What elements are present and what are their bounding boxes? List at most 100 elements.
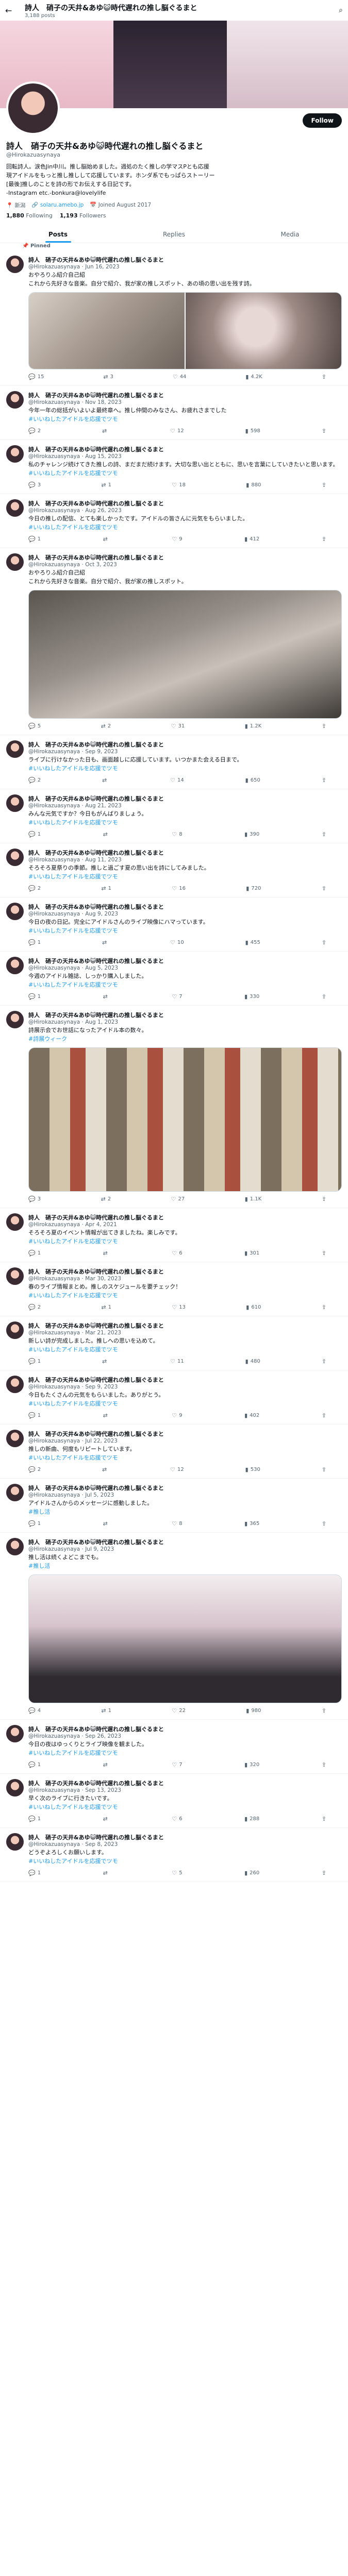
hashtag-link[interactable]: #いいねしたアイドルを応援でツモ bbox=[28, 1804, 118, 1810]
tweet[interactable]: 詩人 硝子の天井&あゆ😺時代遅れの推し脳ぐるまと @Hirokazuasynaya… bbox=[0, 1425, 348, 1479]
tweet-avatar[interactable] bbox=[6, 903, 24, 921]
tweet-author[interactable]: 詩人 硝子の天井&あゆ😺時代遅れの推し脳ぐるまと bbox=[28, 1267, 342, 1276]
share-button[interactable]: ⇪ bbox=[322, 939, 326, 946]
tweet-author[interactable]: 詩人 硝子の天井&あゆ😺時代遅れの推し脳ぐるまと bbox=[28, 1376, 342, 1384]
like-button[interactable]: ♡ 16 bbox=[172, 885, 186, 892]
reply-button[interactable]: 💬 1 bbox=[28, 939, 41, 946]
reply-button[interactable]: 💬 1 bbox=[28, 536, 41, 543]
like-button[interactable]: ♡ 5 bbox=[172, 1870, 182, 1876]
following-count[interactable]: 1,880 Following bbox=[6, 212, 53, 219]
like-button[interactable]: ♡ 31 bbox=[171, 723, 185, 730]
repost-button[interactable]: ⇄ 2 bbox=[101, 1196, 111, 1202]
views-button[interactable]: ▮ 598 bbox=[245, 428, 260, 434]
profile-avatar[interactable] bbox=[6, 81, 60, 135]
media-image[interactable] bbox=[29, 293, 185, 369]
views-button[interactable]: ▮ 330 bbox=[244, 993, 259, 1000]
tweet-author[interactable]: 詩人 硝子の天井&あゆ😺時代遅れの推し脳ぐるまと bbox=[28, 391, 342, 399]
views-button[interactable]: ▮ 650 bbox=[245, 777, 260, 784]
tweet-avatar[interactable] bbox=[6, 445, 24, 463]
tweet[interactable]: 詩人 硝子の天井&あゆ😺時代遅れの推し脳ぐるまと @Hirokazuasynaya… bbox=[0, 1208, 348, 1263]
tweet[interactable]: 詩人 硝子の天井&あゆ😺時代遅れの推し脳ぐるまと @Hirokazuasynaya… bbox=[0, 386, 348, 440]
tweet[interactable]: 詩人 硝子の天井&あゆ😺時代遅れの推し脳ぐるまと @Hirokazuasynaya… bbox=[0, 1720, 348, 1774]
views-button[interactable]: ▮ 720 bbox=[246, 885, 261, 892]
tweet-avatar[interactable] bbox=[6, 1213, 24, 1231]
hashtag-link[interactable]: #いいねしたアイドルを応援でツモ bbox=[28, 981, 118, 988]
tweet[interactable]: 詩人 硝子の天井&あゆ😺時代遅れの推し脳ぐるまと @Hirokazuasynaya… bbox=[0, 1370, 348, 1425]
share-button[interactable]: ⇪ bbox=[322, 1707, 326, 1714]
hashtag-link[interactable]: #いいねしたアイドルを応援でツモ bbox=[28, 1238, 118, 1245]
share-button[interactable]: ⇪ bbox=[322, 723, 326, 730]
tweet-avatar[interactable] bbox=[6, 1430, 24, 1448]
share-button[interactable]: ⇪ bbox=[322, 777, 326, 784]
profile-link[interactable]: 🔗 solaru.amebo.jp bbox=[31, 201, 84, 209]
reply-button[interactable]: 💬 1 bbox=[28, 831, 41, 838]
hashtag-link[interactable]: #いいねしたアイドルを応援でツモ bbox=[28, 1750, 118, 1756]
tweet-author[interactable]: 詩人 硝子の天井&あゆ😺時代遅れの推し脳ぐるまと bbox=[28, 849, 342, 857]
tweet[interactable]: 詩人 硝子の天井&あゆ😺時代遅れの推し脳ぐるまと @Hirokazuasynaya… bbox=[0, 1262, 348, 1317]
reply-button[interactable]: 💬 3 bbox=[28, 1196, 41, 1202]
tweet-avatar[interactable] bbox=[6, 553, 24, 571]
tweet[interactable]: 詩人 硝子の天井&あゆ😺時代遅れの推し脳ぐるまと @Hirokazuasynaya… bbox=[0, 440, 348, 495]
views-button[interactable]: ▮ 288 bbox=[244, 1816, 259, 1822]
tweet-avatar[interactable] bbox=[6, 957, 24, 975]
like-button[interactable]: ♡ 44 bbox=[173, 374, 187, 380]
repost-button[interactable]: ⇄ bbox=[102, 939, 109, 946]
reply-button[interactable]: 💬 3 bbox=[28, 482, 41, 488]
share-button[interactable]: ⇪ bbox=[322, 1412, 326, 1419]
tweet-avatar[interactable] bbox=[6, 1484, 24, 1502]
like-button[interactable]: ♡ 6 bbox=[172, 1816, 182, 1822]
reply-button[interactable]: 💬 1 bbox=[28, 993, 41, 1000]
share-button[interactable]: ⇪ bbox=[322, 374, 326, 380]
share-button[interactable]: ⇪ bbox=[322, 1520, 326, 1527]
tweet[interactable]: 📌 Pinned 詩人 硝子の天井&あゆ😺時代遅れの推し脳ぐるまと @Hirokaz… bbox=[0, 243, 348, 386]
reply-button[interactable]: 💬 5 bbox=[28, 723, 41, 730]
repost-button[interactable]: ⇄ bbox=[103, 536, 110, 543]
like-button[interactable]: ♡ 7 bbox=[172, 993, 182, 1000]
repost-button[interactable]: ⇄ bbox=[103, 993, 110, 1000]
repost-button[interactable]: ⇄ bbox=[102, 1358, 109, 1365]
repost-button[interactable]: ⇄ 1 bbox=[101, 1304, 111, 1311]
tweet-avatar[interactable] bbox=[6, 499, 24, 517]
views-button[interactable]: ▮ 4.2K bbox=[245, 374, 262, 380]
hashtag-link[interactable]: #いいねしたアイドルを応援でツモ bbox=[28, 1292, 118, 1299]
tweet-avatar[interactable] bbox=[6, 1011, 24, 1029]
repost-button[interactable]: ⇄ bbox=[103, 1761, 110, 1768]
like-button[interactable]: ♡ 13 bbox=[172, 1304, 186, 1311]
views-button[interactable]: ▮ 1.1K bbox=[245, 1196, 262, 1202]
tweet-author[interactable]: 詩人 硝子の天井&あゆ😺時代遅れの推し脳ぐるまと bbox=[28, 1484, 342, 1492]
views-button[interactable]: ▮ 880 bbox=[246, 482, 261, 488]
reply-button[interactable]: 💬 1 bbox=[28, 1870, 41, 1876]
share-button[interactable]: ⇪ bbox=[322, 482, 326, 488]
tweet-author[interactable]: 詩人 硝子の天井&あゆ😺時代遅れの推し脳ぐるまと bbox=[28, 903, 342, 911]
like-button[interactable]: ♡ 27 bbox=[171, 1196, 185, 1202]
views-button[interactable]: ▮ 480 bbox=[245, 1358, 260, 1365]
tweet-media[interactable] bbox=[28, 292, 342, 370]
tweet-avatar[interactable] bbox=[6, 849, 24, 867]
tab-posts[interactable]: Posts bbox=[0, 225, 116, 243]
tweet-avatar[interactable] bbox=[6, 1833, 24, 1851]
repost-button[interactable]: ⇄ bbox=[103, 1870, 110, 1876]
tweet[interactable]: 詩人 硝子の天井&あゆ😺時代遅れの推し脳ぐるまと @Hirokazuasynaya… bbox=[0, 1316, 348, 1371]
share-button[interactable]: ⇪ bbox=[322, 1250, 326, 1257]
hashtag-link[interactable]: #いいねしたアイドルを応援でツモ bbox=[28, 524, 118, 531]
share-button[interactable]: ⇪ bbox=[322, 536, 326, 543]
like-button[interactable]: ♡ 12 bbox=[170, 1466, 184, 1473]
like-button[interactable]: ♡ 8 bbox=[172, 831, 182, 838]
tweet-author[interactable]: 詩人 硝子の天井&あゆ😺時代遅れの推し脳ぐるまと bbox=[28, 794, 342, 803]
like-button[interactable]: ♡ 18 bbox=[172, 482, 186, 488]
tweet-author[interactable]: 詩人 硝子の天井&あゆ😺時代遅れの推し脳ぐるまと bbox=[28, 1538, 342, 1546]
hashtag-link[interactable]: #いいねしたアイドルを応援でツモ bbox=[28, 416, 118, 422]
tweet[interactable]: 詩人 硝子の天井&あゆ😺時代遅れの推し脳ぐるまと @Hirokazuasynaya… bbox=[0, 1533, 348, 1720]
follow-button[interactable]: Follow bbox=[303, 113, 342, 128]
repost-button[interactable]: ⇄ bbox=[103, 1250, 110, 1257]
share-button[interactable]: ⇪ bbox=[322, 1304, 326, 1311]
like-button[interactable]: ♡ 9 bbox=[172, 1412, 182, 1419]
share-button[interactable]: ⇪ bbox=[322, 428, 326, 434]
tweet-author[interactable]: 詩人 硝子の天井&あゆ😺時代遅れの推し脳ぐるまと bbox=[28, 957, 342, 965]
share-button[interactable]: ⇪ bbox=[322, 1816, 326, 1822]
hashtag-link[interactable]: #いいねしたアイドルを応援でツモ bbox=[28, 1454, 118, 1461]
reply-button[interactable]: 💬 2 bbox=[28, 1466, 41, 1473]
repost-button[interactable]: ⇄ 3 bbox=[103, 374, 113, 380]
reply-button[interactable]: 💬 1 bbox=[28, 1250, 41, 1257]
repost-button[interactable]: ⇄ bbox=[103, 1520, 110, 1527]
